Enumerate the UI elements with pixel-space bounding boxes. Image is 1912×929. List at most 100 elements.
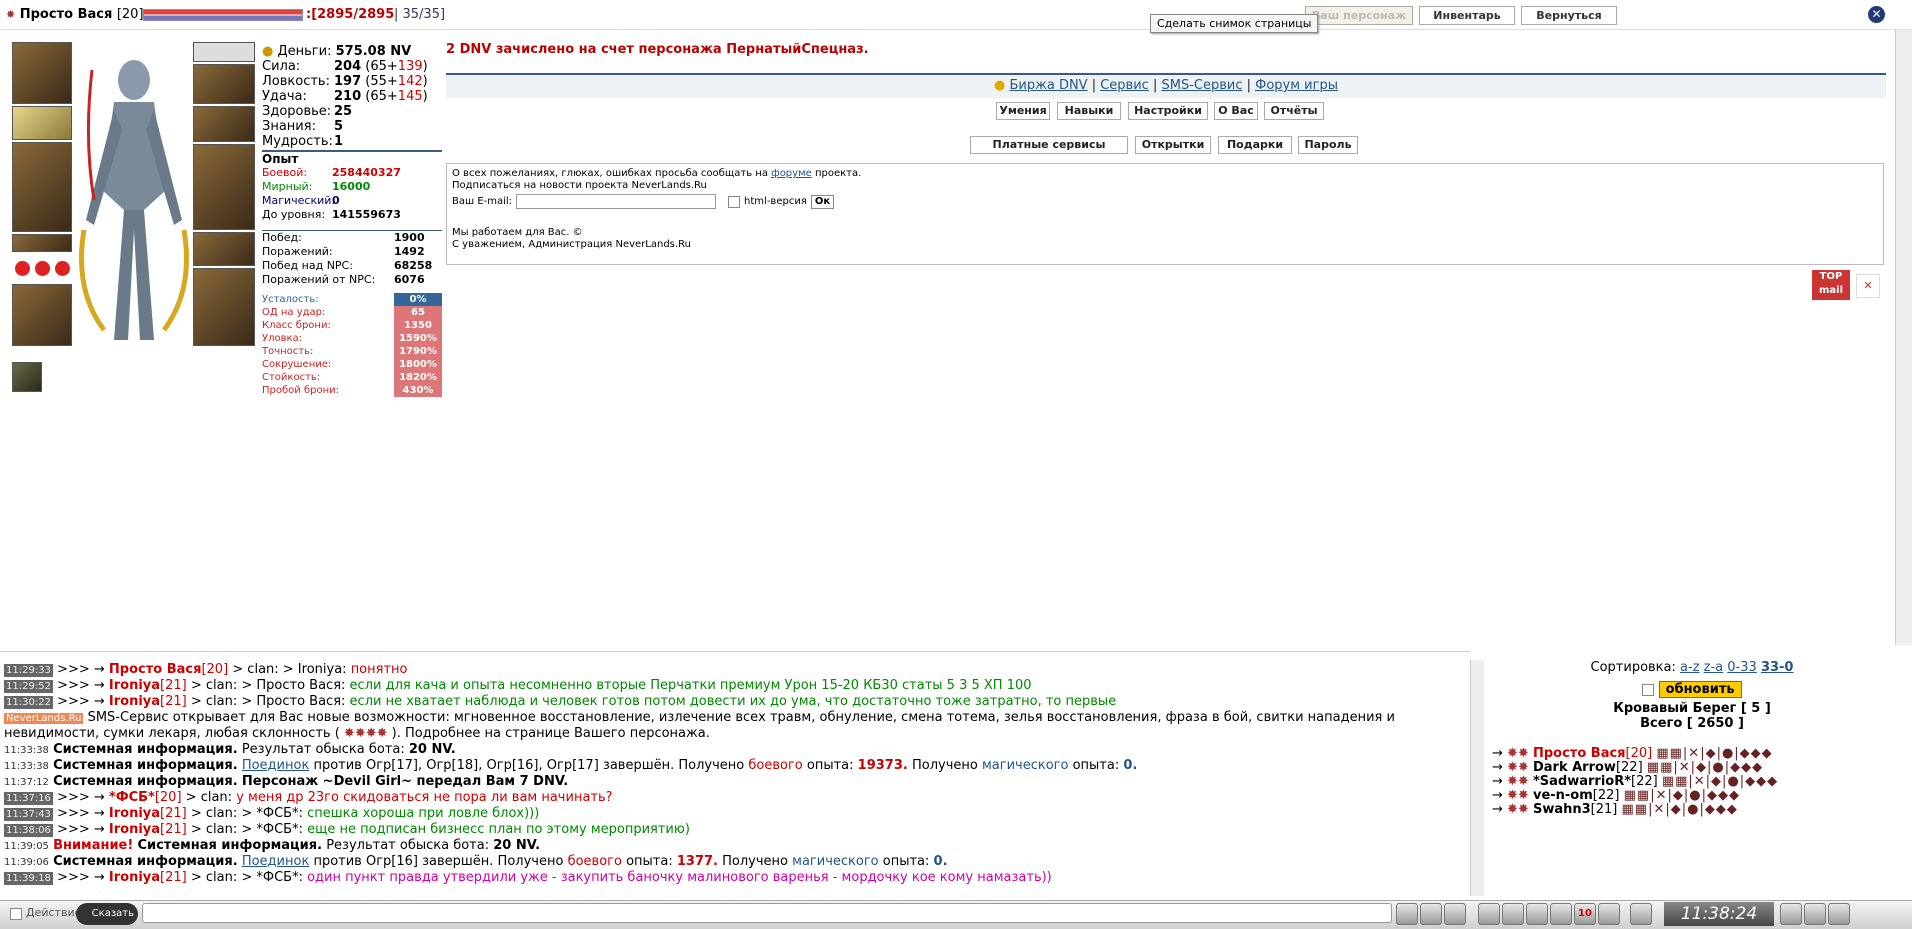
up-arrow-icon[interactable]	[1396, 903, 1418, 925]
amulet-slot[interactable]	[12, 106, 72, 140]
battle-link[interactable]: Поединок	[242, 758, 309, 773]
forum-link[interactable]: Форум игры	[1255, 78, 1338, 93]
postcards-button[interactable]: Открытки	[1135, 136, 1211, 154]
timestamp[interactable]: 11:37:12	[4, 777, 49, 788]
gloves-slot[interactable]	[193, 232, 255, 266]
player-name[interactable]: ve-n-om	[1533, 788, 1593, 803]
chat-input[interactable]	[142, 903, 1392, 923]
tab-reports[interactable]: Отчёты	[1264, 102, 1324, 120]
timestamp[interactable]: 11:39:05	[4, 841, 49, 852]
player-name[interactable]: Просто Вася	[1533, 746, 1626, 761]
player-name[interactable]: Ironiya	[109, 870, 160, 885]
smiley-icon[interactable]	[1444, 903, 1466, 925]
screenshot-tooltip: Сделать снимок страницы	[1150, 14, 1319, 33]
notification-counter[interactable]: 10	[1574, 903, 1596, 925]
player-list-item[interactable]: → ✸✸ Dark Arrow[22] ▦▦|✕|◆|●|◆◆◆	[1492, 761, 1912, 775]
player-level: [20]	[1625, 746, 1653, 761]
timestamp[interactable]: 11:33:38	[4, 761, 49, 772]
chat-bubble-icon[interactable]	[1550, 903, 1572, 925]
sort-az-link[interactable]: a-z	[1680, 660, 1699, 675]
status-slot[interactable]	[193, 42, 255, 62]
silhouette-icon[interactable]	[1780, 903, 1802, 925]
sort-33-0-link[interactable]: 33-0	[1761, 660, 1794, 675]
html-version-checkbox[interactable]	[728, 195, 741, 208]
auto-refresh-checkbox[interactable]	[1642, 683, 1655, 696]
timestamp[interactable]: 11:33:38	[4, 745, 49, 756]
battle-link[interactable]: Поединок	[242, 854, 309, 869]
bracer-slot[interactable]	[193, 64, 255, 104]
hp-bar	[143, 9, 303, 21]
weapon-slot[interactable]	[12, 142, 72, 232]
timestamp[interactable]: 11:38:06	[4, 824, 53, 837]
armor-slot[interactable]	[193, 144, 255, 230]
say-button[interactable]: Сказать	[76, 903, 138, 925]
potion-icon[interactable]	[34, 260, 50, 276]
timestamp[interactable]: 11:30:22	[4, 696, 53, 709]
top-mail-counter[interactable]: TOP mail	[1812, 270, 1850, 300]
belt-slot[interactable]	[12, 234, 72, 252]
record-value: 1900	[394, 231, 425, 244]
inventory-button[interactable]: Инвентарь	[1419, 6, 1515, 25]
tab-skills[interactable]: Умения	[996, 102, 1050, 120]
back-button[interactable]: Вернуться	[1521, 6, 1617, 25]
tab-abilities[interactable]: Навыки	[1057, 102, 1121, 120]
refresh-button[interactable]: обновить	[1658, 681, 1742, 698]
player-name[interactable]: Ironiya	[109, 678, 160, 693]
sms-service-link[interactable]: SMS-Сервис	[1161, 78, 1242, 93]
my-character-button[interactable]: Ваш персонаж	[1305, 6, 1413, 25]
page-scrollbar[interactable]	[1895, 30, 1912, 645]
player-name[interactable]: Ironiya	[109, 694, 160, 709]
password-button[interactable]: Пароль	[1298, 136, 1358, 154]
chat-line: 11:39:05 Внимание! Системная информация.…	[0, 838, 1470, 854]
battle-icon[interactable]	[1478, 903, 1500, 925]
trade-icon[interactable]	[1630, 903, 1652, 925]
sort-za-link[interactable]: z-a	[1704, 660, 1723, 675]
scroll-slot[interactable]	[12, 362, 42, 392]
gifts-button[interactable]: Подарки	[1218, 136, 1292, 154]
timestamp[interactable]: 11:29:52	[4, 680, 53, 693]
timestamp[interactable]: 11:37:43	[4, 808, 53, 821]
dnv-exchange-link[interactable]: Биржа DNV	[1010, 78, 1088, 93]
record-label: Поражений:	[262, 245, 333, 258]
clear-icon[interactable]	[1420, 903, 1442, 925]
swords-icon[interactable]	[1526, 903, 1548, 925]
settings-icon[interactable]	[1598, 903, 1620, 925]
forum-inline-link[interactable]: форуме	[771, 168, 812, 179]
refresh-icon[interactable]	[1502, 903, 1524, 925]
paid-services-button[interactable]: Платные сервисы	[970, 136, 1128, 154]
player-list-item[interactable]: → ✸✸ *SadwarrioR*[22] ▦▦|✕|◆|●|◆◆◆	[1492, 775, 1912, 789]
action-checkbox[interactable]	[10, 908, 22, 920]
group-icon[interactable]	[1804, 903, 1826, 925]
player-name[interactable]: Swahn3	[1533, 802, 1591, 817]
boots-slot[interactable]	[12, 284, 72, 346]
player-list-item[interactable]: → ✸✸ ve-n-om[22] ▦▦|✕|◆|●|◆◆◆	[1492, 789, 1912, 803]
tab-about[interactable]: О Вас	[1214, 102, 1258, 120]
font-icon[interactable]	[1828, 903, 1850, 925]
close-icon[interactable]: ✕	[1868, 6, 1885, 23]
timestamp[interactable]: 11:29:33	[4, 664, 53, 677]
player-name[interactable]: *SadwarrioR*	[1533, 774, 1631, 789]
ring-slot[interactable]	[193, 106, 255, 142]
player-list-item[interactable]: → ✸✸ Swahn3[21] ▦▦|✕|◆|●|◆◆◆	[1492, 803, 1912, 817]
sms-ad-text: невидимости, сумки лекаря, любая склонно…	[4, 726, 340, 741]
potion-slots[interactable]	[12, 254, 72, 282]
timestamp[interactable]: 11:37:16	[4, 792, 53, 805]
timestamp[interactable]: 11:39:06	[4, 857, 49, 868]
subscribe-ok-button[interactable]: Ок	[810, 194, 835, 209]
player-name[interactable]: *ФСБ*	[109, 790, 155, 805]
timestamp[interactable]: 11:39:18	[4, 872, 53, 885]
service-link[interactable]: Сервис	[1100, 78, 1149, 93]
player-name[interactable]: Ironiya	[109, 806, 160, 821]
player-name[interactable]: Ironiya	[109, 822, 160, 837]
potion-icon[interactable]	[14, 260, 30, 276]
potion-icon[interactable]	[54, 260, 70, 276]
tab-settings[interactable]: Настройки	[1128, 102, 1208, 120]
player-list-item[interactable]: → ✸✸ Просто Вася[20] ▦▦|✕|◆|●|◆◆◆	[1492, 747, 1912, 761]
player-name[interactable]: Dark Arrow	[1533, 760, 1616, 775]
email-field[interactable]	[516, 194, 717, 209]
sort-0-33-link[interactable]: 0-33	[1727, 660, 1757, 675]
helmet-slot[interactable]	[12, 42, 72, 104]
player-name[interactable]: Просто Вася	[109, 662, 202, 677]
shield-slot[interactable]	[193, 268, 255, 346]
close-banner-icon[interactable]: ✕	[1856, 274, 1880, 298]
